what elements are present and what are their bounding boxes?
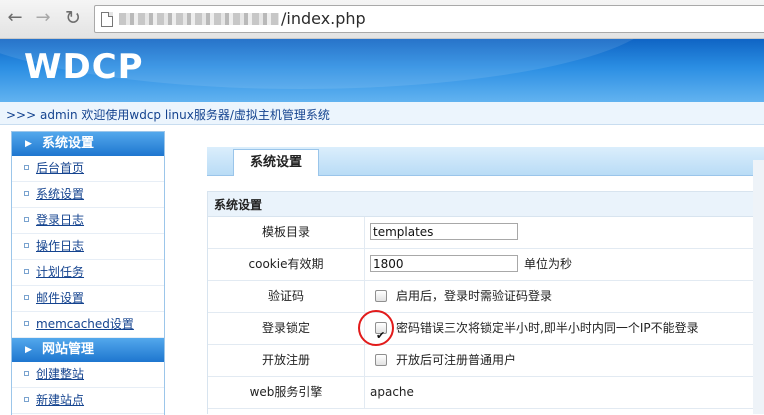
square-bullet-icon xyxy=(24,269,29,274)
sidebar-item-mail-settings[interactable]: 邮件设置 xyxy=(12,286,164,312)
sidebar-item-home[interactable]: 后台首页 xyxy=(12,156,164,182)
square-bullet-icon xyxy=(24,165,29,170)
square-bullet-icon xyxy=(24,371,29,376)
login-lock-hint: 密码错误三次将锁定半小时,即半小时内同一个IP不能登录 xyxy=(396,321,699,335)
row-label: 登录锁定 xyxy=(208,313,365,344)
row-label: 开放注册 xyxy=(208,345,365,376)
captcha-hint: 启用后，登录时需验证码登录 xyxy=(396,289,553,303)
web-engine-value: apache xyxy=(370,385,414,399)
sidebar-item-label[interactable]: 系统设置 xyxy=(36,187,84,201)
forward-arrow-icon[interactable]: → xyxy=(32,7,54,29)
sidebar-item-label[interactable]: 计划任务 xyxy=(36,265,84,279)
main-content: 系统设置 系统设置 模板目录 cookie有效期 单位为秒 验证码 启用后，登录… xyxy=(178,131,764,414)
square-bullet-icon xyxy=(24,321,29,326)
row-template-dir: 模板目录 xyxy=(208,217,764,249)
tab-system-settings[interactable]: 系统设置 xyxy=(233,149,319,176)
back-arrow-icon[interactable]: ← xyxy=(4,7,26,29)
square-bullet-icon xyxy=(24,243,29,248)
triangle-right-icon: ▶ xyxy=(25,345,32,355)
url-text: /index.php xyxy=(281,9,366,28)
square-bullet-icon xyxy=(24,397,29,402)
row-label: 验证码 xyxy=(208,281,365,312)
url-redacted-host xyxy=(119,13,279,25)
sidebar-item-scheduled-tasks[interactable]: 计划任务 xyxy=(12,260,164,286)
panel-title: 系统设置 xyxy=(208,191,764,217)
sidebar-item-operation-log[interactable]: 操作日志 xyxy=(12,234,164,260)
sidebar-item-label[interactable]: 后台首页 xyxy=(36,161,84,175)
settings-panel: 系统设置 模板目录 cookie有效期 单位为秒 验证码 启用后，登录时需验证码… xyxy=(207,191,764,414)
welcome-bar: >>> admin 欢迎使用wdcp linux服务器/虚拟主机管理系统 xyxy=(0,102,764,125)
sidebar-item-login-log[interactable]: 登录日志 xyxy=(12,208,164,234)
triangle-right-icon: ▶ xyxy=(25,139,32,149)
page-icon xyxy=(101,12,113,27)
sidebar-item-label[interactable]: 登录日志 xyxy=(36,213,84,227)
welcome-text: >>> admin 欢迎使用wdcp linux服务器/虚拟主机管理系统 xyxy=(6,108,330,122)
square-bullet-icon xyxy=(24,217,29,222)
captcha-checkbox[interactable] xyxy=(375,290,387,302)
cookie-unit-text: 单位为秒 xyxy=(524,257,573,271)
tab-strip: 系统设置 xyxy=(207,147,764,176)
sidebar-item-create-full-site[interactable]: 创建整站 xyxy=(12,362,164,388)
sidebar-item-label[interactable]: 操作日志 xyxy=(36,239,84,253)
row-login-lock: 登录锁定 密码错误三次将锁定半小时,即半小时内同一个IP不能登录 xyxy=(208,313,764,351)
app-header: WDCP xyxy=(0,39,764,102)
sidebar-item-label[interactable]: 新建站点 xyxy=(36,393,84,407)
browser-toolbar: ← → ↻ /index.php xyxy=(0,0,764,39)
sidebar-item-label[interactable]: 创建整站 xyxy=(36,367,84,381)
row-web-engine: web服务引擎 apache xyxy=(208,377,764,409)
register-checkbox[interactable] xyxy=(375,354,387,366)
row-label: cookie有效期 xyxy=(208,249,365,280)
row-cookie: cookie有效期 单位为秒 xyxy=(208,249,764,281)
register-hint: 开放后可注册普通用户 xyxy=(396,353,517,367)
row-register: 开放注册 开放后可注册普通用户 xyxy=(208,345,764,377)
sidebar-section-title: 系统设置 xyxy=(42,136,95,151)
sidebar-section-site[interactable]: ▶ 网站管理 xyxy=(12,338,164,362)
row-captcha: 验证码 启用后，登录时需验证码登录 xyxy=(208,281,764,313)
sidebar-item-system-settings[interactable]: 系统设置 xyxy=(12,182,164,208)
sidebar-item-new-site[interactable]: 新建站点 xyxy=(12,388,164,414)
sidebar-item-label[interactable]: memcached设置 xyxy=(36,317,134,331)
sidebar: ▶ 系统设置 后台首页 系统设置 登录日志 操作日志 计划任务 邮件设置 mem… xyxy=(11,131,165,415)
square-bullet-icon xyxy=(24,191,29,196)
reload-icon[interactable]: ↻ xyxy=(62,7,84,29)
row-label: web服务引擎 xyxy=(208,377,365,408)
sidebar-item-label[interactable]: 邮件设置 xyxy=(36,291,84,305)
app-logo: WDCP xyxy=(24,47,144,87)
sidebar-section-title: 网站管理 xyxy=(42,342,95,357)
cookie-expiry-input[interactable] xyxy=(370,255,518,272)
highlight-circle xyxy=(358,310,394,346)
sidebar-item-memcached[interactable]: memcached设置 xyxy=(12,312,164,338)
square-bullet-icon xyxy=(24,295,29,300)
sidebar-section-system[interactable]: ▶ 系统设置 xyxy=(12,132,164,156)
scroll-edge xyxy=(753,160,764,414)
template-dir-input[interactable] xyxy=(370,223,518,240)
row-label: 模板目录 xyxy=(208,217,365,248)
address-bar[interactable]: /index.php xyxy=(94,5,764,33)
